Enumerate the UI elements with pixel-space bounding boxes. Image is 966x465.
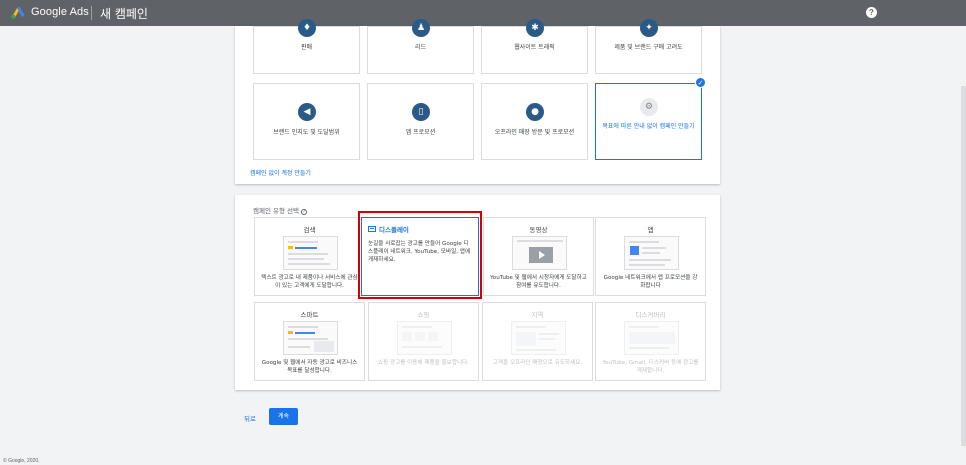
goal-card-label: 리드 [414, 44, 427, 51]
sales-icon: ♦ [298, 19, 316, 37]
campaign-type-local: 지역 고객을 오프라인 매장으로 유도하세요. [482, 302, 593, 381]
video-illustration [512, 236, 567, 270]
campaign-type-video[interactable]: 동영상 YouTube 및 웹에서 시청자에게 도달하고 참여를 유도합니다. [483, 217, 594, 296]
campaign-type-title: 디스커버리 [635, 311, 666, 319]
campaign-type-shopping: 쇼핑 쇼핑 광고를 이용해 제품을 홍보합니다. [368, 302, 479, 381]
campaign-type-desc: 쇼핑 광고를 이용해 제품을 홍보합니다. [377, 360, 470, 366]
campaign-type-display[interactable]: 디스플레이 눈길을 사로잡는 광고를 만들어 Google 디스플레이 네트워크… [361, 217, 479, 296]
goal-card-sales[interactable]: ♦ 판매 [253, 19, 360, 74]
help-icon[interactable]: ? [301, 209, 307, 215]
campaign-type-desc: Google 네트워크에서 앱 프로모션을 강화합니다 [603, 275, 698, 289]
page-scrollbar[interactable] [961, 86, 966, 446]
gear-icon: ⚙ [640, 98, 658, 116]
campaign-type-panel: 캠페인 유형 선택? 검색 텍스트 광고로 내 제품이나 서비스에 관심이 있는… [235, 195, 720, 390]
title-divider [91, 6, 92, 20]
display-icon [368, 226, 376, 232]
campaign-type-desc: YouTube, Gmail, 디스커버 등에 광고를 게재합니다. [602, 360, 699, 374]
campaign-type-desc: 눈길을 사로잡는 광고를 만들어 Google 디스플레이 네트워크, YouT… [368, 241, 471, 263]
google-ads-logo-icon[interactable] [11, 6, 25, 19]
people-icon: ♟ [412, 19, 430, 37]
campaign-type-desc: YouTube 및 웹에서 시청자에게 도달하고 참여를 유도합니다. [490, 275, 587, 289]
campaign-type-title: 스마트 [300, 311, 319, 319]
phone-icon: ▯ [412, 103, 430, 121]
smart-illustration [283, 321, 338, 355]
goal-card-awareness[interactable]: ◀ 브랜드 인지도 및 도달범위 [253, 83, 360, 160]
create-without-campaign-link[interactable]: 캠페인 없이 계정 만들기 [250, 168, 311, 177]
section-title-text: 캠페인 유형 선택 [253, 207, 299, 215]
goal-card-consideration[interactable]: ✦ 제품 및 브랜드 구매 고려도 [595, 19, 702, 74]
shopping-illustration [397, 321, 452, 355]
cursor-icon: ✱ [526, 19, 544, 37]
goal-card-label: 목표에 따른 안내 없이 캠페인 만들기 [602, 123, 695, 130]
play-icon [529, 247, 553, 263]
local-illustration [511, 321, 566, 355]
goal-card-label: 웹사이트 트래픽 [514, 44, 555, 51]
goal-card-app-promotion[interactable]: ▯ 앱 프로모션 [367, 83, 474, 160]
campaign-type-search[interactable]: 검색 텍스트 광고로 내 제품이나 서비스에 관심이 있는 고객에게 도달합니다… [254, 217, 365, 296]
campaign-type-title: 검색 [303, 226, 316, 234]
goal-selection-panel: ♦ 판매 ♟ 리드 ✱ 웹사이트 트래픽 ✦ 제품 및 브랜드 구매 고려도 ◀… [235, 19, 720, 184]
goal-card-label: 앱 프로모션 [405, 129, 436, 136]
search-illustration [283, 236, 338, 270]
campaign-type-title: 쇼핑 [417, 311, 430, 319]
goal-card-leads[interactable]: ♟ 리드 [367, 19, 474, 74]
goal-card-label: 판매 [300, 44, 313, 51]
campaign-type-title: 디스플레이 [379, 226, 409, 234]
app-illustration [624, 236, 679, 270]
campaign-type-title: 지역 [531, 311, 544, 319]
campaign-type-desc: Google 및 웹에서 자동 광고로 비즈니스 목표를 달성합니다. [261, 360, 358, 374]
goal-card-label: 브랜드 인지도 및 도달범위 [273, 129, 340, 136]
campaign-type-title: 동영상 [529, 226, 548, 234]
top-app-bar: Google Ads 새 캠페인 ? [0, 0, 966, 26]
goal-card-store-visits[interactable]: ● 오프라인 매장 방문 및 프로모션 [481, 83, 588, 160]
footer-copyright: © Google, 2020. [3, 458, 40, 464]
goal-card-website-traffic[interactable]: ✱ 웹사이트 트래픽 [481, 19, 588, 74]
back-button[interactable]: 뒤로 [244, 413, 256, 423]
page-title: 새 캠페인 [100, 7, 148, 21]
brand-name: Google Ads [31, 6, 89, 18]
campaign-type-title: 앱 [647, 226, 654, 234]
sparkle-icon: ✦ [640, 19, 658, 37]
display-header: 디스플레이 [368, 224, 409, 234]
goal-card-label: 오프라인 매장 방문 및 프로모션 [494, 129, 575, 136]
pin-icon: ● [526, 103, 544, 121]
campaign-type-desc: 텍스트 광고로 내 제품이나 서비스에 관심이 있는 고객에게 도달합니다. [261, 275, 358, 289]
selected-check-icon: ✓ [695, 77, 706, 88]
campaign-type-discovery: 디스커버리 YouTube, Gmail, 디스커버 등에 광고를 게재합니다. [595, 302, 706, 381]
campaign-type-app[interactable]: 앱 Google 네트워크에서 앱 프로모션을 강화합니다 [595, 217, 706, 296]
goal-card-label: 제품 및 브랜드 구매 고려도 [614, 44, 683, 51]
continue-button[interactable]: 계속 [269, 408, 298, 425]
campaign-type-smart[interactable]: 스마트 Google 및 웹에서 자동 광고로 비즈니스 목표를 달성합니다. [254, 302, 365, 381]
discovery-illustration [624, 321, 679, 355]
section-title: 캠페인 유형 선택? [253, 205, 307, 215]
campaign-type-desc: 고객을 오프라인 매장으로 유도하세요. [492, 360, 583, 366]
goal-card-no-guidance[interactable]: ⚙ 목표에 따른 안내 없이 캠페인 만들기 [595, 83, 702, 160]
megaphone-icon: ◀ [298, 103, 316, 121]
help-icon[interactable]: ? [866, 7, 877, 18]
